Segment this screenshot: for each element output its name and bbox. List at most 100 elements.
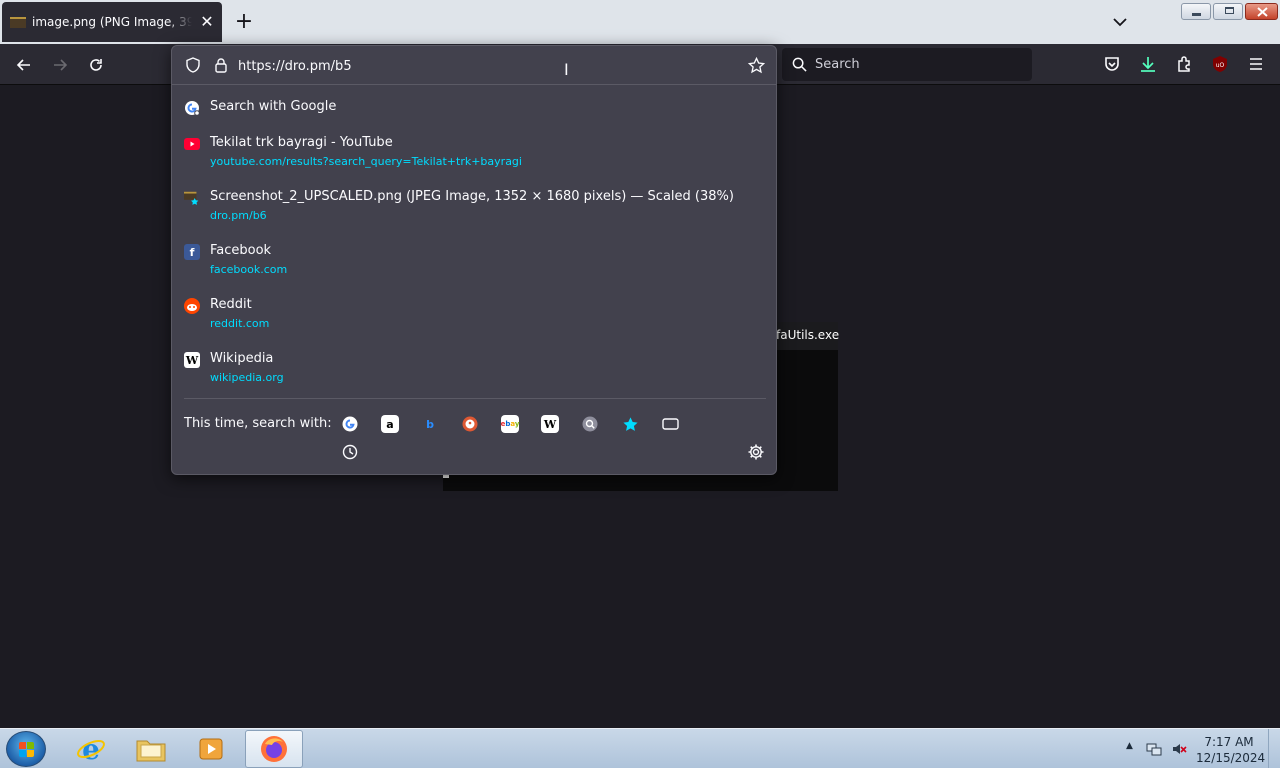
show-hidden-icons-button[interactable]: ▲ [1126, 741, 1136, 751]
arrow-right-icon [54, 59, 68, 71]
suggestion-title: Tekilat trk bayragi - YouTube [210, 135, 393, 150]
one-off-duckduckgo-button[interactable] [461, 415, 479, 433]
bookmark-page-button[interactable] [747, 56, 765, 74]
bing-icon: b [426, 417, 434, 431]
tab-strip: image.png (PNG Image, 395 × 1 ✕ + [0, 0, 1280, 44]
restore-window-button[interactable] [1213, 3, 1243, 20]
suggestion-title: Screenshot_2_UPSCALED.png (JPEG Image, 1… [210, 189, 734, 204]
extensions-button[interactable] [1175, 54, 1195, 74]
firefox-icon [261, 736, 287, 762]
list-all-tabs-button[interactable] [1110, 12, 1130, 32]
one-off-search-engine-button[interactable] [581, 415, 599, 433]
menu-button[interactable] [1246, 54, 1266, 74]
close-window-button[interactable] [1245, 3, 1278, 20]
forward-button[interactable] [48, 53, 72, 77]
image-bookmark-icon [184, 190, 200, 206]
reload-icon [90, 59, 102, 71]
text-cursor-icon: I [564, 60, 569, 79]
close-tab-button[interactable]: ✕ [198, 13, 216, 31]
star-icon [622, 416, 638, 431]
show-desktop-button[interactable] [1268, 729, 1280, 768]
close-icon [1257, 7, 1268, 17]
new-tab-button[interactable]: + [234, 10, 254, 34]
clock-date: 12/15/2024 [1196, 751, 1266, 765]
firefox-taskbar-button[interactable] [245, 730, 303, 768]
one-off-wikipedia-button[interactable]: W [541, 415, 559, 433]
one-off-ebay-button[interactable]: ebay [501, 415, 519, 433]
clock-time: 7:17 AM [1204, 735, 1254, 749]
folder-icon [136, 740, 166, 762]
volume-muted-tray-icon[interactable] [1171, 741, 1187, 757]
ublock-origin-icon: uO [1213, 56, 1227, 72]
site-info-button[interactable] [212, 56, 230, 74]
facebook-icon: f [184, 244, 200, 260]
one-off-tabs-button[interactable] [661, 415, 679, 433]
search-settings-button[interactable] [747, 443, 765, 461]
pocket-button[interactable] [1102, 54, 1122, 74]
magnifier-engine-icon [582, 416, 598, 432]
address-bar-dropdown: I Search with Google Tekilat trk bayragi… [171, 45, 777, 475]
wikipedia-icon: W [543, 417, 557, 431]
search-bar[interactable] [782, 48, 1032, 81]
reload-button[interactable] [84, 53, 108, 77]
search-input[interactable] [815, 57, 1015, 72]
tab-image-png[interactable]: image.png (PNG Image, 395 × 1 ✕ [2, 2, 222, 42]
back-button[interactable] [12, 53, 36, 77]
media-player-taskbar-button[interactable] [182, 730, 240, 768]
one-off-search-label: This time, search with: [184, 416, 332, 431]
suggestion-url: dro.pm/b6 [210, 209, 267, 222]
suggestion-screenshot-bookmark[interactable]: Screenshot_2_UPSCALED.png (JPEG Image, 1… [172, 182, 776, 236]
file-explorer-taskbar-button[interactable] [122, 730, 180, 768]
google-icon [184, 100, 200, 116]
taskbar-clock[interactable]: 7:17 AM 12/15/2024 [1196, 734, 1266, 766]
suggestion-title: Facebook [210, 243, 272, 258]
suggestion-reddit[interactable]: Reddit reddit.com [172, 290, 776, 344]
ublock-origin-button[interactable]: uO [1210, 54, 1230, 74]
address-bar[interactable]: I [172, 46, 776, 85]
download-icon [1141, 57, 1155, 72]
start-button[interactable] [6, 731, 46, 767]
one-off-amazon-button[interactable]: a [381, 415, 399, 433]
search-icon [792, 57, 807, 72]
minimize-window-button[interactable] [1181, 3, 1211, 20]
amazon-icon: a [386, 417, 394, 431]
url-input[interactable] [238, 56, 698, 76]
downloads-button[interactable] [1138, 54, 1158, 74]
shield-icon [186, 57, 200, 73]
chevron-down-icon [1113, 18, 1127, 27]
hamburger-menu-icon [1250, 58, 1262, 70]
internet-explorer-taskbar-button[interactable]: e [62, 730, 120, 768]
youtube-icon [184, 136, 200, 152]
suggestion-youtube[interactable]: Tekilat trk bayragi - YouTube youtube.co… [172, 128, 776, 182]
one-off-google-button[interactable] [341, 415, 359, 433]
pocket-icon [1105, 57, 1119, 71]
suggestion-list: Search with Google Tekilat trk bayragi -… [172, 92, 776, 398]
gear-icon [748, 444, 764, 460]
suggestion-facebook[interactable]: f Facebook facebook.com [172, 236, 776, 290]
suggestion-title: Search with Google [210, 99, 337, 114]
tab-icon [661, 418, 679, 430]
svg-text:e: e [82, 734, 100, 764]
image-caption-text: faUtils.exe [776, 328, 840, 342]
suggestion-search-with-google[interactable]: Search with Google [172, 92, 776, 128]
one-off-bing-button[interactable]: b [421, 415, 439, 433]
wikipedia-icon: W [184, 352, 200, 368]
arrow-left-icon [16, 59, 30, 71]
suggestion-url: reddit.com [210, 317, 270, 330]
suggestion-wikipedia[interactable]: W Wikipedia wikipedia.org [172, 344, 776, 398]
reddit-icon [184, 298, 200, 314]
image-file-icon [10, 15, 26, 29]
windows-taskbar: e ▲ 7:17 AM 12/15/2024 [0, 728, 1280, 768]
tracking-protection-button[interactable] [184, 56, 202, 74]
ebay-icon: ebay [500, 420, 520, 428]
duckduckgo-icon [462, 416, 478, 432]
one-off-history-button[interactable] [341, 443, 359, 461]
internet-explorer-icon: e [77, 734, 105, 764]
restore-icon [1225, 7, 1234, 14]
suggestion-url: youtube.com/results?search_query=Tekilat… [210, 155, 522, 168]
tab-title: image.png (PNG Image, 395 × 1 [32, 15, 192, 29]
network-tray-icon[interactable] [1146, 741, 1162, 757]
clock-icon [342, 444, 358, 460]
one-off-bookmarks-button[interactable] [621, 415, 639, 433]
minimize-icon [1192, 13, 1201, 16]
